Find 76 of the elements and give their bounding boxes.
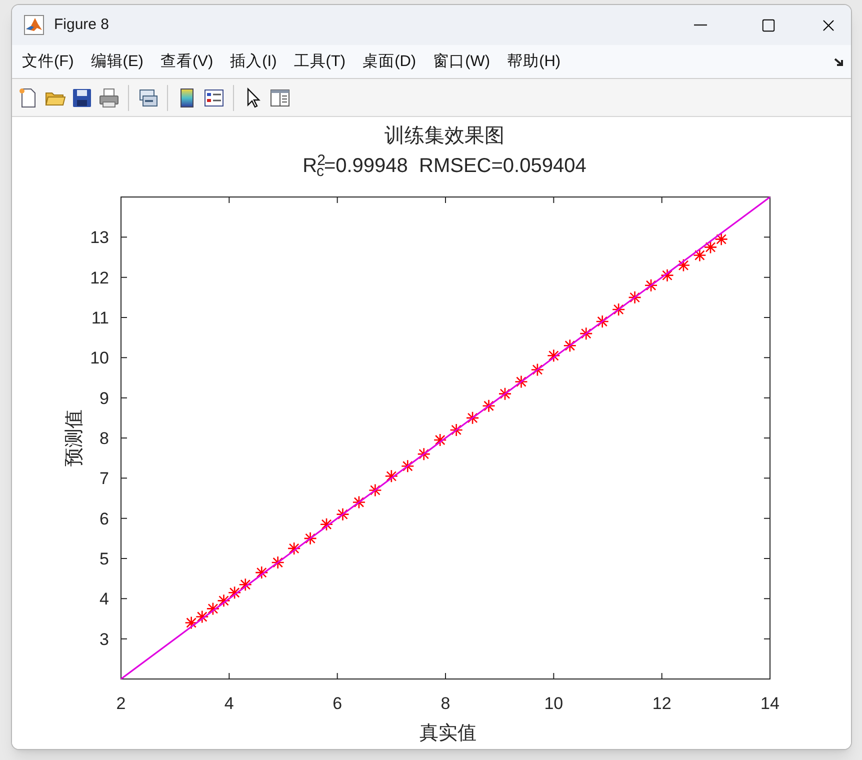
linked-plot-icon[interactable] [137,86,159,108]
data-point [530,363,544,376]
property-panel-icon[interactable] [269,86,291,108]
data-point [217,594,230,608]
data-point [628,290,642,304]
data-point [498,387,512,400]
data-point [195,610,209,624]
x-tick-label: 14 [760,694,780,713]
data-point [352,496,366,509]
data-point [704,240,718,254]
x-tick-label: 4 [224,694,234,713]
data-point [450,423,463,437]
y-tick-label: 8 [100,429,109,448]
data-point [304,532,317,546]
x-axis-label: 真实值 [420,722,476,744]
data-point [287,542,301,556]
data-point [596,314,609,328]
data-point [368,484,382,497]
y-tick-label: 11 [91,308,109,328]
menu-item[interactable]: 桌面(D) [360,50,418,74]
y-tick-label: 5 [100,550,109,568]
x-tick-label: 10 [544,694,564,713]
y-tick-label: 4 [100,590,109,609]
menu-item[interactable]: 工具(T) [292,50,348,74]
y-axis-label: 预测值 [63,410,85,466]
data-point [417,447,431,461]
data-point [514,375,528,388]
data-point [563,338,577,352]
y-tick-label: 10 [90,348,109,368]
data-point [693,248,706,262]
dock-arrow-icon[interactable] [833,56,845,68]
data-point [433,433,447,447]
menu-item[interactable]: 帮助(H) [505,50,563,74]
printer-icon[interactable] [98,86,120,108]
data-point [184,616,198,630]
y-tick-label: 6 [100,509,109,528]
y-tick-label: 13 [90,228,109,248]
data-point [612,302,626,316]
data-point [384,470,398,483]
legend-icon[interactable] [203,86,225,108]
window-title: Figure 8 [54,14,110,35]
chart-subtitle: R$^{2}$$_{c}$=0.99948 RMSEC=0.059404 [302,150,586,182]
menu-item[interactable]: 编辑(E) [88,50,146,74]
data-point [320,518,334,531]
menu-item[interactable]: 插入(I) [228,50,279,74]
data-point [254,566,268,580]
data-point [401,459,414,473]
data-point [238,578,252,592]
y-tick-label: 12 [90,268,109,288]
data-point [228,586,242,600]
data-point [714,232,728,246]
data-point [547,349,560,362]
data-point [466,411,480,425]
x-tick-label: 6 [332,694,342,713]
minimize-icon [694,24,706,26]
y-tick-label: 7 [100,469,109,488]
x-tick-label: 2 [116,694,126,713]
data-point [482,399,496,413]
y-tick-label: 3 [100,630,109,649]
data-point [644,278,658,292]
chart-title: 训练集效果图 [384,122,504,149]
data-point [271,556,284,570]
save-icon[interactable] [71,86,93,108]
data-point [579,326,593,340]
menu-item[interactable]: 窗口(W) [431,50,492,74]
data-point [206,602,220,616]
app-logo-icon [24,15,44,35]
x-tick-label: 8 [440,694,450,713]
y-tick-label: 9 [100,388,109,408]
data-point [676,258,690,272]
maximize-icon [760,18,776,32]
x-tick-label: 12 [652,694,672,713]
menu-item[interactable]: 查看(V) [158,50,216,74]
data-point [336,508,350,521]
data-point [660,268,674,282]
menu-item[interactable]: 文件(F) [20,50,76,74]
